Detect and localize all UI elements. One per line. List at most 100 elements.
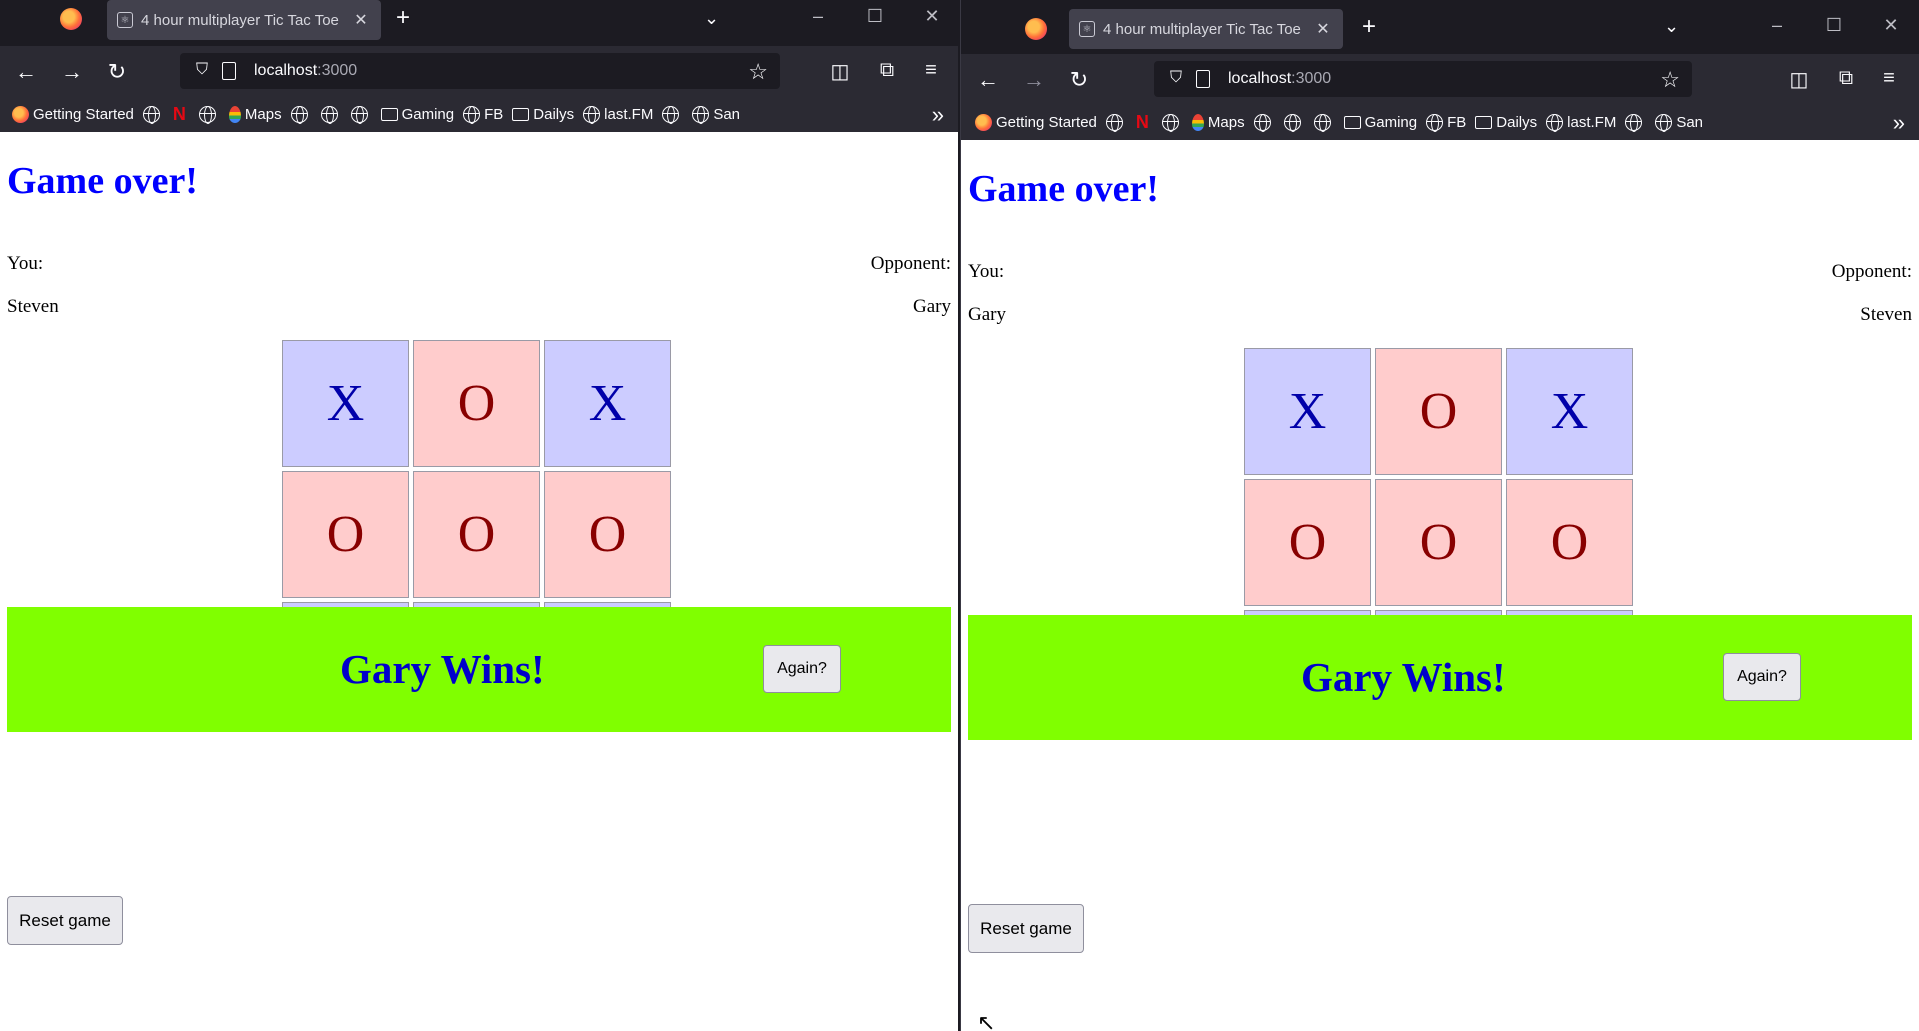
bookmark-getting-started[interactable]: Getting Started xyxy=(975,113,1097,131)
back-arrow-icon[interactable]: ← xyxy=(12,58,40,86)
bookmark-label: San xyxy=(713,105,741,123)
board-cell[interactable]: O xyxy=(413,340,540,467)
react-favicon-icon: ⚛ xyxy=(1079,21,1095,37)
globe-icon xyxy=(1283,113,1301,132)
board-cell[interactable]: O xyxy=(544,471,671,598)
close-window-icon[interactable]: ✕ xyxy=(917,6,947,27)
bookmark-globe[interactable] xyxy=(350,105,372,124)
url-host: localhost xyxy=(254,62,318,79)
minimize-icon[interactable]: – xyxy=(803,6,833,27)
firefox-logo-icon[interactable] xyxy=(60,8,82,30)
bookmark-globe[interactable] xyxy=(1161,113,1183,132)
bookmarks-toolbar: Getting Started N Maps Gaming FB Dailys … xyxy=(961,104,1919,140)
bookmark-fb[interactable]: FB xyxy=(1426,113,1467,132)
bookmark-globe[interactable] xyxy=(1625,113,1646,132)
browser-tab[interactable]: ⚛ 4 hour multiplayer Tic Tac Toe ✕ xyxy=(107,0,381,40)
page-content: Game over! You: Opponent: Steven Gary X … xyxy=(0,132,958,1031)
opponent-label: Opponent: xyxy=(1831,261,1912,282)
bookmark-folder-dailys[interactable]: Dailys xyxy=(1475,114,1537,131)
board-cell[interactable]: O xyxy=(282,471,409,598)
bookmark-lastfm[interactable]: last.FM xyxy=(583,105,653,124)
browser-window-left: ⚛ 4 hour multiplayer Tic Tac Toe ✕ + ⌄ –… xyxy=(0,0,958,1031)
bookmark-label: FB xyxy=(1447,113,1467,131)
url-bar[interactable]: ⛉ localhost:3000 ☆ xyxy=(1154,61,1692,97)
firefox-icon xyxy=(12,105,29,123)
reset-game-button[interactable]: Reset game xyxy=(968,904,1084,953)
bookmark-netflix[interactable]: N xyxy=(1136,112,1153,133)
extensions-icon[interactable]: ⧉ xyxy=(874,59,900,85)
shield-icon[interactable]: ⛉ xyxy=(1166,69,1186,89)
tab-close-icon[interactable]: ✕ xyxy=(351,10,371,30)
tab-close-icon[interactable]: ✕ xyxy=(1313,19,1333,39)
bookmark-star-icon[interactable]: ☆ xyxy=(1660,67,1680,93)
board-cell[interactable]: X xyxy=(1244,348,1371,475)
board-cell[interactable]: O xyxy=(1375,348,1502,475)
bookmark-globe[interactable] xyxy=(290,105,312,124)
board-cell[interactable]: O xyxy=(1244,479,1371,606)
globe-icon xyxy=(1546,113,1564,132)
pocket-icon[interactable]: ◫ xyxy=(827,59,853,85)
bookmark-folder-gaming[interactable]: Gaming xyxy=(380,106,454,123)
pocket-icon[interactable]: ◫ xyxy=(1786,67,1812,93)
bookmark-folder-dailys[interactable]: Dailys xyxy=(512,106,574,123)
new-tab-icon[interactable]: + xyxy=(1362,15,1376,39)
page-content: Game over! You: Opponent: Gary Steven X … xyxy=(961,140,1919,1031)
firefox-logo-icon[interactable] xyxy=(1025,18,1047,40)
minimize-icon[interactable]: – xyxy=(1762,15,1792,36)
maximize-icon[interactable]: ☐ xyxy=(860,6,890,27)
bookmark-fb[interactable]: FB xyxy=(463,105,503,124)
bookmark-globe[interactable] xyxy=(1105,113,1127,132)
bookmark-globe[interactable] xyxy=(1283,113,1305,132)
menu-icon[interactable]: ≡ xyxy=(918,59,944,85)
navigation-bar: ← → ↻ ⛉ localhost:3000 ☆ ◫ ⧉ ≡ xyxy=(961,54,1919,104)
bookmark-globe[interactable] xyxy=(198,105,220,124)
globe-icon xyxy=(662,105,680,124)
close-window-icon[interactable]: ✕ xyxy=(1876,15,1906,36)
url-bar[interactable]: ⛉ localhost:3000 ☆ xyxy=(180,53,780,89)
bookmark-san[interactable]: San xyxy=(692,105,741,124)
bookmark-maps[interactable]: Maps xyxy=(1191,113,1245,131)
bookmark-folder-gaming[interactable]: Gaming xyxy=(1343,114,1417,131)
browser-tab[interactable]: ⚛ 4 hour multiplayer Tic Tac Toe ✕ xyxy=(1069,9,1343,49)
bookmark-star-icon[interactable]: ☆ xyxy=(748,59,768,85)
board-cell[interactable]: X xyxy=(1506,348,1633,475)
shield-icon[interactable]: ⛉ xyxy=(192,61,212,81)
chevron-down-icon[interactable]: ⌄ xyxy=(704,8,719,29)
chevron-down-icon[interactable]: ⌄ xyxy=(1664,16,1679,37)
back-arrow-icon[interactable]: ← xyxy=(974,66,1002,94)
bookmark-san[interactable]: San xyxy=(1655,113,1703,132)
bookmark-getting-started[interactable]: Getting Started xyxy=(12,105,134,123)
again-button[interactable]: Again? xyxy=(1723,653,1801,701)
bookmark-maps[interactable]: Maps xyxy=(228,105,282,123)
chevron-double-right-icon[interactable]: » xyxy=(1893,110,1905,136)
board-cell[interactable]: O xyxy=(413,471,540,598)
board-cell[interactable]: X xyxy=(282,340,409,467)
bookmark-globe[interactable] xyxy=(142,105,164,124)
again-button[interactable]: Again? xyxy=(763,645,841,693)
board-cell[interactable]: O xyxy=(1375,479,1502,606)
reset-game-button[interactable]: Reset game xyxy=(7,896,123,945)
chevron-double-right-icon[interactable]: » xyxy=(932,102,944,128)
bookmark-lastfm[interactable]: last.FM xyxy=(1546,113,1616,132)
globe-icon xyxy=(350,105,368,124)
bookmark-netflix[interactable]: N xyxy=(173,104,190,125)
board-cell[interactable]: X xyxy=(544,340,671,467)
reload-icon[interactable]: ↻ xyxy=(103,58,131,86)
maximize-icon[interactable]: ☐ xyxy=(1819,15,1849,36)
reload-icon[interactable]: ↻ xyxy=(1065,66,1093,94)
globe-icon xyxy=(692,105,710,124)
bookmark-globe[interactable] xyxy=(662,105,683,124)
bookmark-globe[interactable] xyxy=(1253,113,1275,132)
menu-icon[interactable]: ≡ xyxy=(1876,67,1902,93)
bookmark-globe[interactable] xyxy=(1313,113,1335,132)
extensions-icon[interactable]: ⧉ xyxy=(1833,67,1859,93)
maps-pin-icon xyxy=(1191,113,1204,131)
bookmark-globe[interactable] xyxy=(320,105,342,124)
new-tab-icon[interactable]: + xyxy=(396,6,410,30)
board-cell[interactable]: O xyxy=(1506,479,1633,606)
win-message: Gary Wins! xyxy=(340,646,545,692)
forward-arrow-icon[interactable]: → xyxy=(58,58,86,86)
bookmark-label: Maps xyxy=(1207,113,1245,131)
you-name: Steven xyxy=(7,296,59,317)
forward-arrow-icon[interactable]: → xyxy=(1020,66,1048,94)
